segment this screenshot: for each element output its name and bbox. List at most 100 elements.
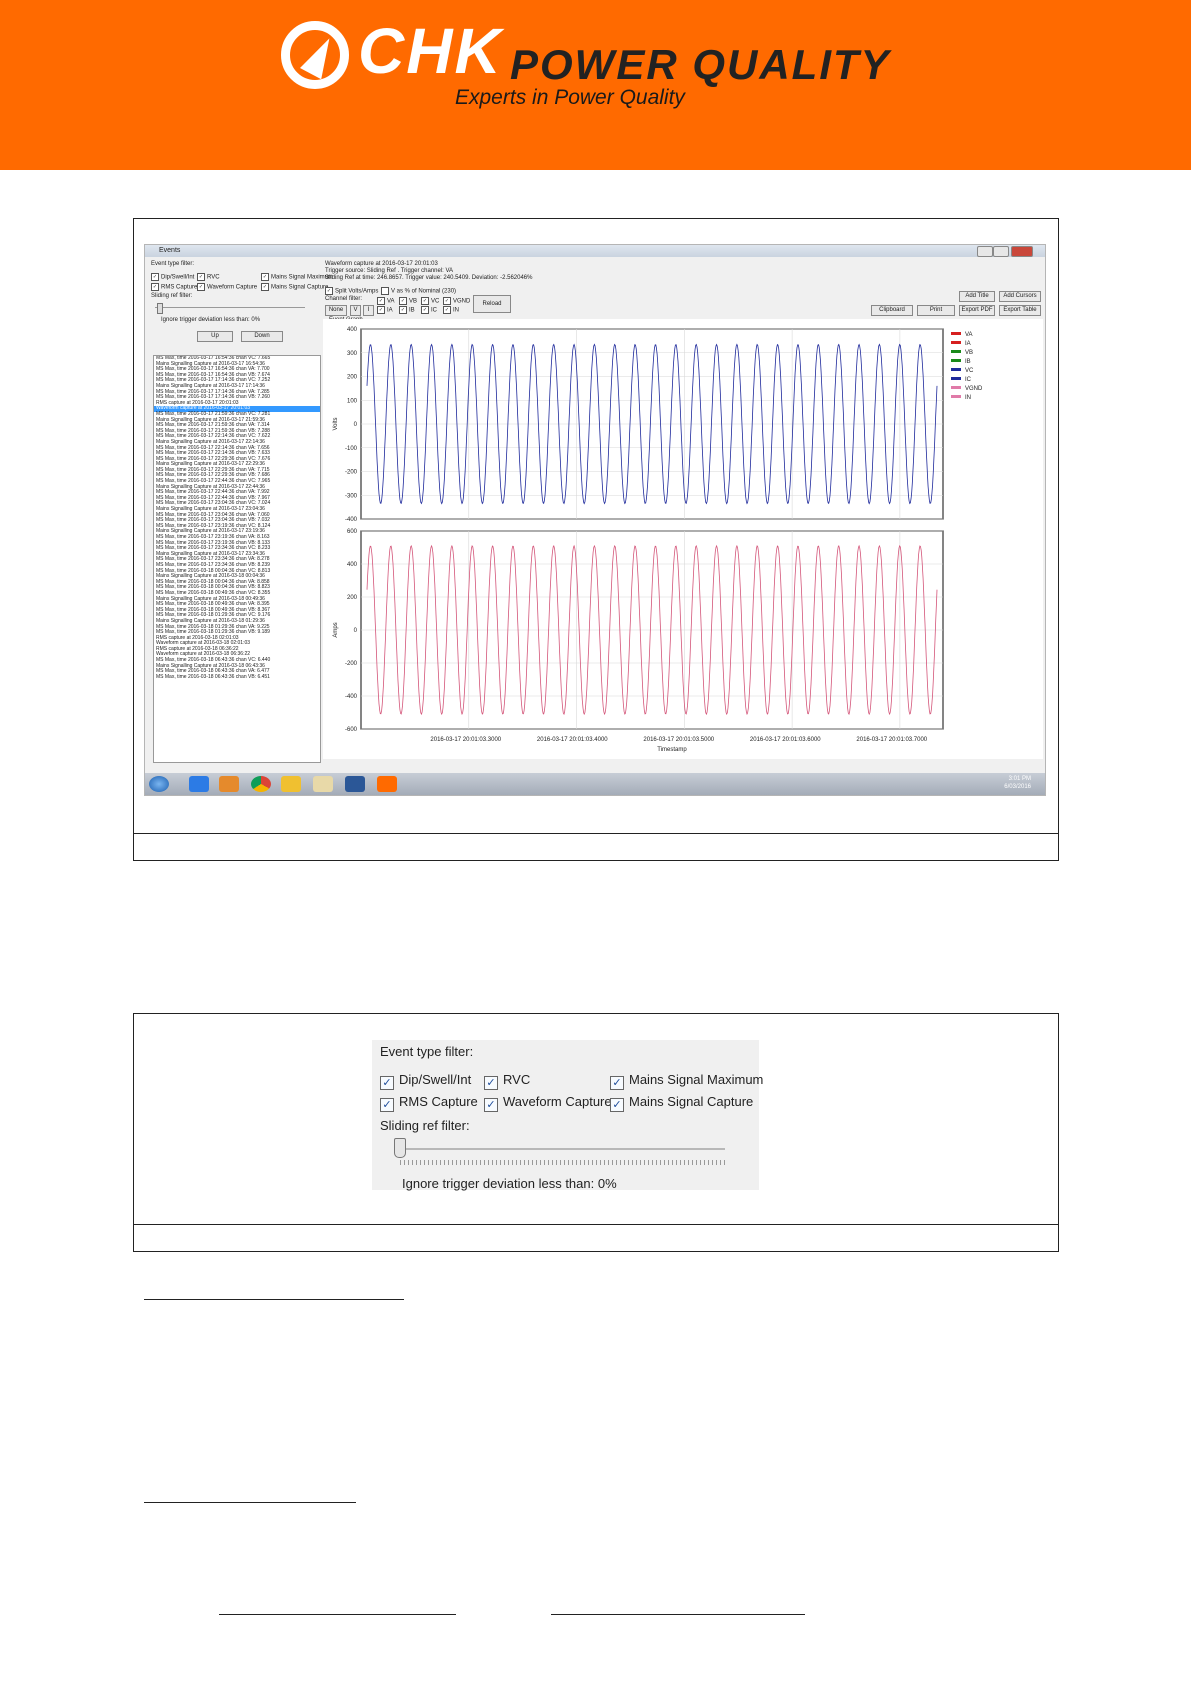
event-type-filter-label: Event type filter: xyxy=(151,261,195,267)
sliding-ref-slider-track[interactable] xyxy=(400,1148,725,1150)
start-button-icon[interactable] xyxy=(149,776,169,792)
split-volts-amps-checkbox[interactable]: ✓ Split Volts/Amps xyxy=(325,287,378,295)
legend-label: IC xyxy=(965,377,972,383)
slider-thumb[interactable] xyxy=(157,303,163,314)
ignore-deviation-label: Ignore trigger deviation less than: 0% xyxy=(161,317,261,323)
channel-checkbox-vc[interactable]: ✓ VC xyxy=(421,297,439,305)
legend-swatch xyxy=(951,332,961,335)
minimize-button[interactable] xyxy=(977,246,993,257)
close-button[interactable] xyxy=(1011,246,1033,257)
legend-swatch xyxy=(951,350,961,353)
legend-label: VGND xyxy=(965,386,983,392)
up-button[interactable]: Up xyxy=(197,331,233,342)
browser-icon[interactable] xyxy=(189,776,209,792)
down-button[interactable]: Down xyxy=(241,331,283,342)
filter-checkbox[interactable]: ✓ RMS Capture xyxy=(151,283,197,291)
filter-checkbox[interactable]: ✓ Mains Signal Capture xyxy=(261,283,328,291)
y-tick-label: -200 xyxy=(345,661,358,667)
ignore-deviation-label: Ignore trigger deviation less than: 0% xyxy=(402,1176,617,1191)
export-table-button[interactable]: Export Table xyxy=(999,305,1041,316)
add-title-button[interactable]: Add Title xyxy=(959,291,995,302)
legend-label: IN xyxy=(965,395,971,401)
y-tick-label: 200 xyxy=(347,375,358,381)
print-button[interactable]: Print xyxy=(917,305,955,316)
channel-checkbox-ib[interactable]: ✓ IB xyxy=(399,306,415,314)
filter-checkbox-rms-capture[interactable]: ✓ RMS Capture xyxy=(380,1094,478,1112)
channel-filter-label: Channel filter: xyxy=(325,296,363,302)
channel-checkbox-in[interactable]: ✓ IN xyxy=(443,306,459,314)
y-tick-label: 100 xyxy=(347,398,358,404)
legend-swatch xyxy=(951,341,961,344)
maximize-button[interactable] xyxy=(993,246,1009,257)
y-tick-label: 200 xyxy=(347,595,358,601)
logo-sub-text: POWER QUALITY xyxy=(510,41,891,88)
word-icon[interactable] xyxy=(345,776,365,792)
link-underline[interactable] xyxy=(219,1614,456,1615)
slider-thumb[interactable] xyxy=(394,1138,406,1158)
y-tick-label: 400 xyxy=(347,327,358,333)
chk-app-icon[interactable] xyxy=(377,776,397,792)
legend-label: VC xyxy=(965,368,974,374)
filter-checkbox-waveform-capture[interactable]: ✓ Waveform Capture xyxy=(484,1094,612,1112)
export-pdf-button[interactable]: Export PDF xyxy=(959,305,995,316)
sliding-ref-slider[interactable] xyxy=(155,307,305,308)
y-tick-label: -600 xyxy=(345,727,358,733)
logo-tagline: Experts in Power Quality xyxy=(455,86,685,109)
y-tick-label: -400 xyxy=(345,517,358,523)
filter-checkbox[interactable]: ✓ Waveform Capture xyxy=(197,283,257,291)
event-list-item[interactable]: MS Max, time 2016-03-18 06:43:36 chan VB… xyxy=(154,674,320,681)
y-axis-label: Amps xyxy=(333,622,339,637)
none-button[interactable]: None xyxy=(325,305,347,316)
v-nominal-checkbox[interactable]: V as % of Nominal (230) xyxy=(381,287,456,295)
x-tick-label: 2016-03-17 20:01:03.4000 xyxy=(537,737,608,743)
y-tick-label: -100 xyxy=(345,446,358,452)
sliding-ref-label: Sliding ref filter: xyxy=(380,1118,470,1133)
slider-ticks xyxy=(400,1160,725,1165)
info-line: Waveform capture at 2016-03-17 20:01:03 xyxy=(325,261,438,267)
channel-checkbox-va[interactable]: ✓ VA xyxy=(377,297,395,305)
i-button[interactable]: I xyxy=(363,305,374,316)
legend-swatch xyxy=(951,368,961,371)
event-type-filter-label: Event type filter: xyxy=(380,1044,474,1059)
link-underline[interactable] xyxy=(551,1614,805,1615)
figure-caption-row xyxy=(134,1224,1058,1251)
clock-date: 6/03/2016 xyxy=(1004,784,1031,790)
filter-checkbox-rvc[interactable]: ✓ RVC xyxy=(484,1072,530,1090)
channel-checkbox-ic[interactable]: ✓ IC xyxy=(421,306,437,314)
add-cursors-button[interactable]: Add Cursors xyxy=(999,291,1041,302)
y-axis-label: Volts xyxy=(333,417,339,430)
reload-button[interactable]: Reload xyxy=(473,295,511,313)
channel-checkbox-vgnd[interactable]: ✓ VGND xyxy=(443,297,470,305)
folder-icon[interactable] xyxy=(281,776,301,792)
x-tick-label: 2016-03-17 20:01:03.6000 xyxy=(750,737,821,743)
x-tick-label: 2016-03-17 20:01:03.5000 xyxy=(643,737,714,743)
windows-taskbar: 3:01 PM 6/03/2016 xyxy=(145,773,1045,795)
y-tick-label: -300 xyxy=(345,493,358,499)
media-player-icon[interactable] xyxy=(219,776,239,792)
y-tick-label: 0 xyxy=(354,422,358,428)
chrome-icon[interactable] xyxy=(251,776,271,792)
channel-checkbox-ia[interactable]: ✓ IA xyxy=(377,306,393,314)
window-title: Events xyxy=(159,247,181,254)
filter-checkbox-mains-signal-maximum[interactable]: ✓ Mains Signal Maximum xyxy=(610,1072,763,1090)
filter-checkbox[interactable]: ✓ Mains Signal Maximum xyxy=(261,273,333,281)
y-tick-label: 0 xyxy=(354,628,358,634)
sliding-ref-label: Sliding ref filter: xyxy=(151,293,193,299)
heading-underline xyxy=(144,1502,356,1503)
clipboard-button[interactable]: Clipboard xyxy=(871,305,913,316)
y-tick-label: -200 xyxy=(345,470,358,476)
legend-swatch xyxy=(951,395,961,398)
event-list[interactable]: MS Max, time 2016-03-17 16:54:36 chan VC… xyxy=(153,355,321,763)
channel-checkbox-vb[interactable]: ✓ VB xyxy=(399,297,417,305)
info-line: Sliding Ref at time: 246.8657. Trigger v… xyxy=(325,275,533,281)
filter-checkbox[interactable]: ✓ RVC xyxy=(197,273,220,281)
x-axis-label: Timestamp xyxy=(657,747,687,753)
y-tick-label: -400 xyxy=(345,694,358,700)
legend-label: IA xyxy=(965,341,971,347)
window-titlebar: Events xyxy=(145,245,1045,257)
explorer-icon[interactable] xyxy=(313,776,333,792)
filter-checkbox[interactable]: ✓ Dip/Swell/Int xyxy=(151,273,194,281)
filter-checkbox-mains-signal-capture[interactable]: ✓ Mains Signal Capture xyxy=(610,1094,753,1112)
v-button[interactable]: V xyxy=(350,305,361,316)
filter-checkbox-dip-swell-int[interactable]: ✓ Dip/Swell/Int xyxy=(380,1072,471,1090)
